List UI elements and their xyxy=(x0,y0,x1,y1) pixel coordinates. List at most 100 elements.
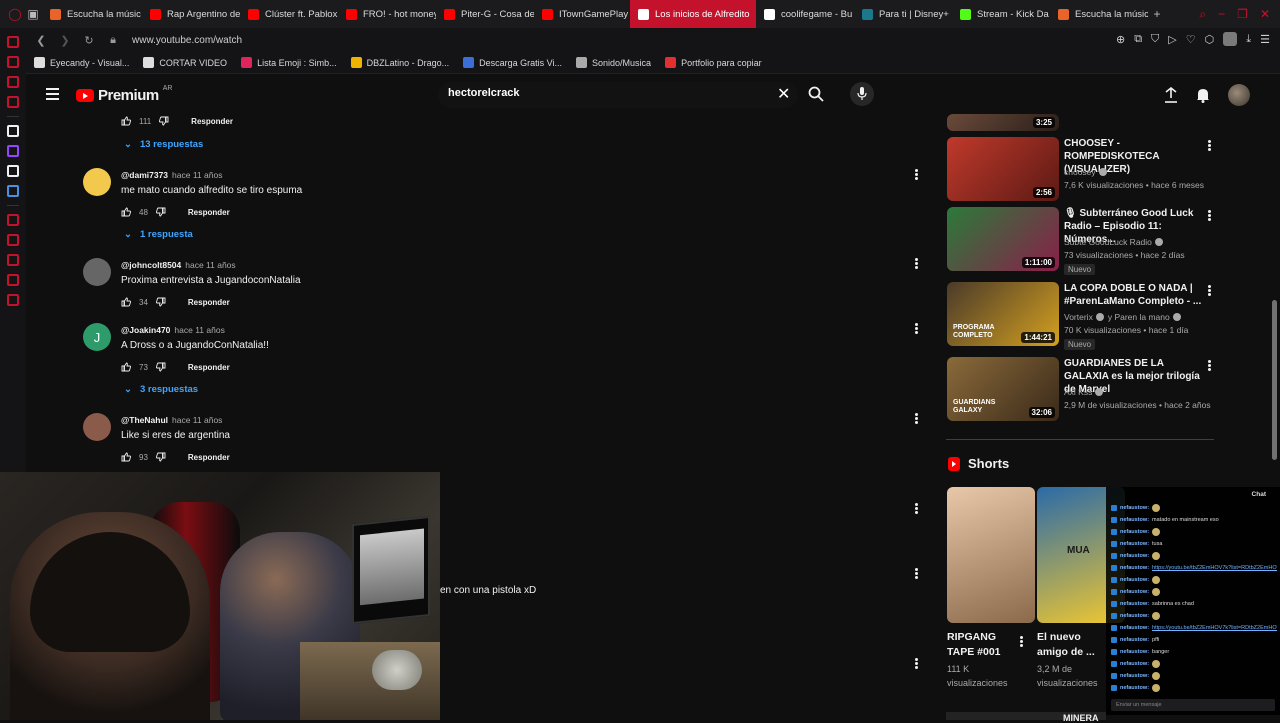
video-channel[interactable]: choosey xyxy=(1064,166,1107,179)
easy-setup-icon[interactable]: ☰ xyxy=(1260,33,1270,46)
site-info-icon[interactable]: 🔒︎ xyxy=(104,34,122,47)
extensions-icon[interactable]: ⬡ xyxy=(1205,33,1215,46)
mail-icon[interactable] xyxy=(7,96,19,108)
bookmark-item[interactable]: DBZLatino - Drago... xyxy=(350,57,449,68)
dislike-icon[interactable] xyxy=(155,362,166,372)
dislike-icon[interactable] xyxy=(155,297,166,307)
short-title[interactable]: RIPGANG TAPE #001 xyxy=(947,630,1021,660)
browser-tab[interactable]: ITownGamePlay xyxy=(534,0,630,28)
commenter-avatar[interactable] xyxy=(83,413,111,441)
video-channel[interactable]: Subte GoodLuck Radio xyxy=(1064,236,1163,249)
search-box[interactable]: hectorelcrack ✕ xyxy=(438,82,798,108)
chat-username[interactable]: nefaustow: xyxy=(1120,673,1149,679)
more-actions-icon[interactable] xyxy=(915,323,918,334)
download-icon[interactable] xyxy=(7,274,19,286)
workspaces-icon[interactable]: ▣ xyxy=(24,5,42,23)
video-thumbnail[interactable]: GUARDIANS GALAXY 32:06 xyxy=(947,357,1059,421)
browser-tab[interactable]: Piter-G - Cosa de xyxy=(436,0,534,28)
url-field[interactable]: www.youtube.com/watch xyxy=(132,35,242,46)
close-window-icon[interactable]: ✕ xyxy=(1260,7,1270,21)
hamburger-menu-icon[interactable] xyxy=(46,88,59,100)
short-title[interactable]: El nuevo amigo de ... xyxy=(1037,630,1111,660)
search-icon[interactable] xyxy=(808,86,824,102)
commenter-avatar[interactable] xyxy=(83,258,111,286)
short-more-actions-icon[interactable] xyxy=(1020,636,1023,647)
video-more-actions-icon[interactable] xyxy=(1208,285,1211,296)
browser-tab[interactable]: coolifegame - Bu xyxy=(756,0,854,28)
clear-search-icon[interactable]: ✕ xyxy=(777,84,790,104)
reply-button[interactable]: Responder xyxy=(188,208,230,217)
chat-username[interactable]: nefaustow: xyxy=(1120,517,1149,523)
account-avatar[interactable] xyxy=(1228,84,1250,106)
screenshot-icon[interactable]: ⧉ xyxy=(1134,33,1142,46)
more-actions-icon[interactable] xyxy=(915,658,918,669)
chat-username[interactable]: nefaustow: xyxy=(1120,529,1149,535)
chat-username[interactable]: nefaustow: xyxy=(1120,589,1149,595)
more-actions-icon[interactable] xyxy=(915,568,918,579)
like-icon[interactable] xyxy=(121,207,131,217)
like-icon[interactable] xyxy=(121,362,131,372)
chat-link[interactable]: https://youtu.be/tbZ2EmHOV7k?list=RDtbZ2… xyxy=(1152,565,1277,571)
browser-tab[interactable]: Stream - Kick Da xyxy=(952,0,1050,28)
browser-tab[interactable]: Rap Argentino de xyxy=(142,0,240,28)
video-more-actions-icon[interactable] xyxy=(1208,360,1211,371)
like-icon[interactable] xyxy=(121,116,131,126)
like-icon[interactable] xyxy=(121,452,131,462)
comment-author[interactable]: @johncolt8504 hace 11 años xyxy=(121,260,236,270)
browser-tab[interactable]: Escucha la músic xyxy=(42,0,142,28)
search-tabs-icon[interactable]: ⌕ xyxy=(1199,7,1206,22)
more-actions-icon[interactable] xyxy=(915,169,918,180)
commenter-avatar[interactable] xyxy=(83,168,111,196)
player-icon[interactable] xyxy=(7,214,19,226)
dislike-icon[interactable] xyxy=(155,207,166,217)
browser-tab[interactable]: Los inicios de Alfredito xyxy=(630,0,756,28)
x-icon[interactable] xyxy=(7,165,19,177)
video-thumbnail[interactable]: 3:25 xyxy=(947,114,1059,131)
dislike-icon[interactable] xyxy=(155,452,166,462)
messenger-icon[interactable] xyxy=(7,36,19,48)
wallet-icon[interactable] xyxy=(7,234,19,246)
chat-username[interactable]: nefaustow: xyxy=(1120,649,1149,655)
new-tab-button[interactable]: + xyxy=(1148,5,1166,23)
comment-author[interactable]: @TheNahul hace 11 años xyxy=(121,415,222,425)
browser-tab[interactable]: FRO! - hot money xyxy=(338,0,436,28)
voice-search-button[interactable] xyxy=(850,82,874,106)
video-thumbnail[interactable]: 1:11:00 xyxy=(947,207,1059,271)
chat-username[interactable]: nefaustow: xyxy=(1120,565,1149,571)
twitch-icon[interactable] xyxy=(7,145,19,157)
bookmark-item[interactable]: Portfolio para copiar xyxy=(665,57,762,68)
chat-icon[interactable] xyxy=(7,76,19,88)
browser-tab[interactable]: Escucha la músic xyxy=(1050,0,1148,28)
view-replies-button[interactable]: ⌄ 1 respuesta xyxy=(124,229,193,240)
more-actions-icon[interactable] xyxy=(915,258,918,269)
chat-link[interactable]: https://youtu.be/tbZ2EmHOV7k?list=RDtbZ2… xyxy=(1152,625,1277,631)
chat-username[interactable]: nefaustow: xyxy=(1120,577,1149,583)
chat-username[interactable]: nefaustow: xyxy=(1120,625,1149,631)
forward-icon[interactable]: ❯ xyxy=(56,34,74,47)
bookmark-item[interactable]: Descarga Gratis Vi... xyxy=(463,57,562,68)
dislike-icon[interactable] xyxy=(159,116,169,126)
video-channel[interactable]: Axl Kss xyxy=(1064,386,1104,399)
like-icon[interactable] xyxy=(121,297,131,307)
history-icon[interactable] xyxy=(7,254,19,266)
video-channel[interactable]: Vorterix y Paren la mano xyxy=(1064,311,1181,324)
reply-button[interactable]: Responder xyxy=(188,298,230,307)
chat-username[interactable]: nefaustow: xyxy=(1120,541,1149,547)
opera-logo-icon[interactable]: ◯ xyxy=(6,5,24,23)
video-thumbnail[interactable]: PROGRAMA COMPLETO 1:44:21 xyxy=(947,282,1059,346)
reply-button[interactable]: Responder xyxy=(188,363,230,372)
short-thumbnail[interactable] xyxy=(947,487,1035,623)
vpn-icon[interactable]: ⛉ xyxy=(1151,33,1159,46)
downloads-icon[interactable]: ⤓ xyxy=(1246,33,1251,46)
browser-tab[interactable]: Para ti | Disney+ xyxy=(854,0,952,28)
chat-username[interactable]: nefaustow: xyxy=(1120,637,1149,643)
bookmark-item[interactable]: Lista Emoji : Simb... xyxy=(241,57,337,68)
commenter-avatar[interactable]: J xyxy=(83,323,111,351)
pin-icon[interactable]: ⊕ xyxy=(1116,33,1125,46)
chat-username[interactable]: nefaustow: xyxy=(1120,613,1149,619)
search-input[interactable]: hectorelcrack xyxy=(448,87,520,99)
comment-author[interactable]: @dami7373 hace 11 años xyxy=(121,170,222,180)
settings-icon[interactable] xyxy=(7,294,19,306)
notifications-bell-icon[interactable] xyxy=(1196,87,1210,103)
reply-button[interactable]: Responder xyxy=(191,117,233,126)
